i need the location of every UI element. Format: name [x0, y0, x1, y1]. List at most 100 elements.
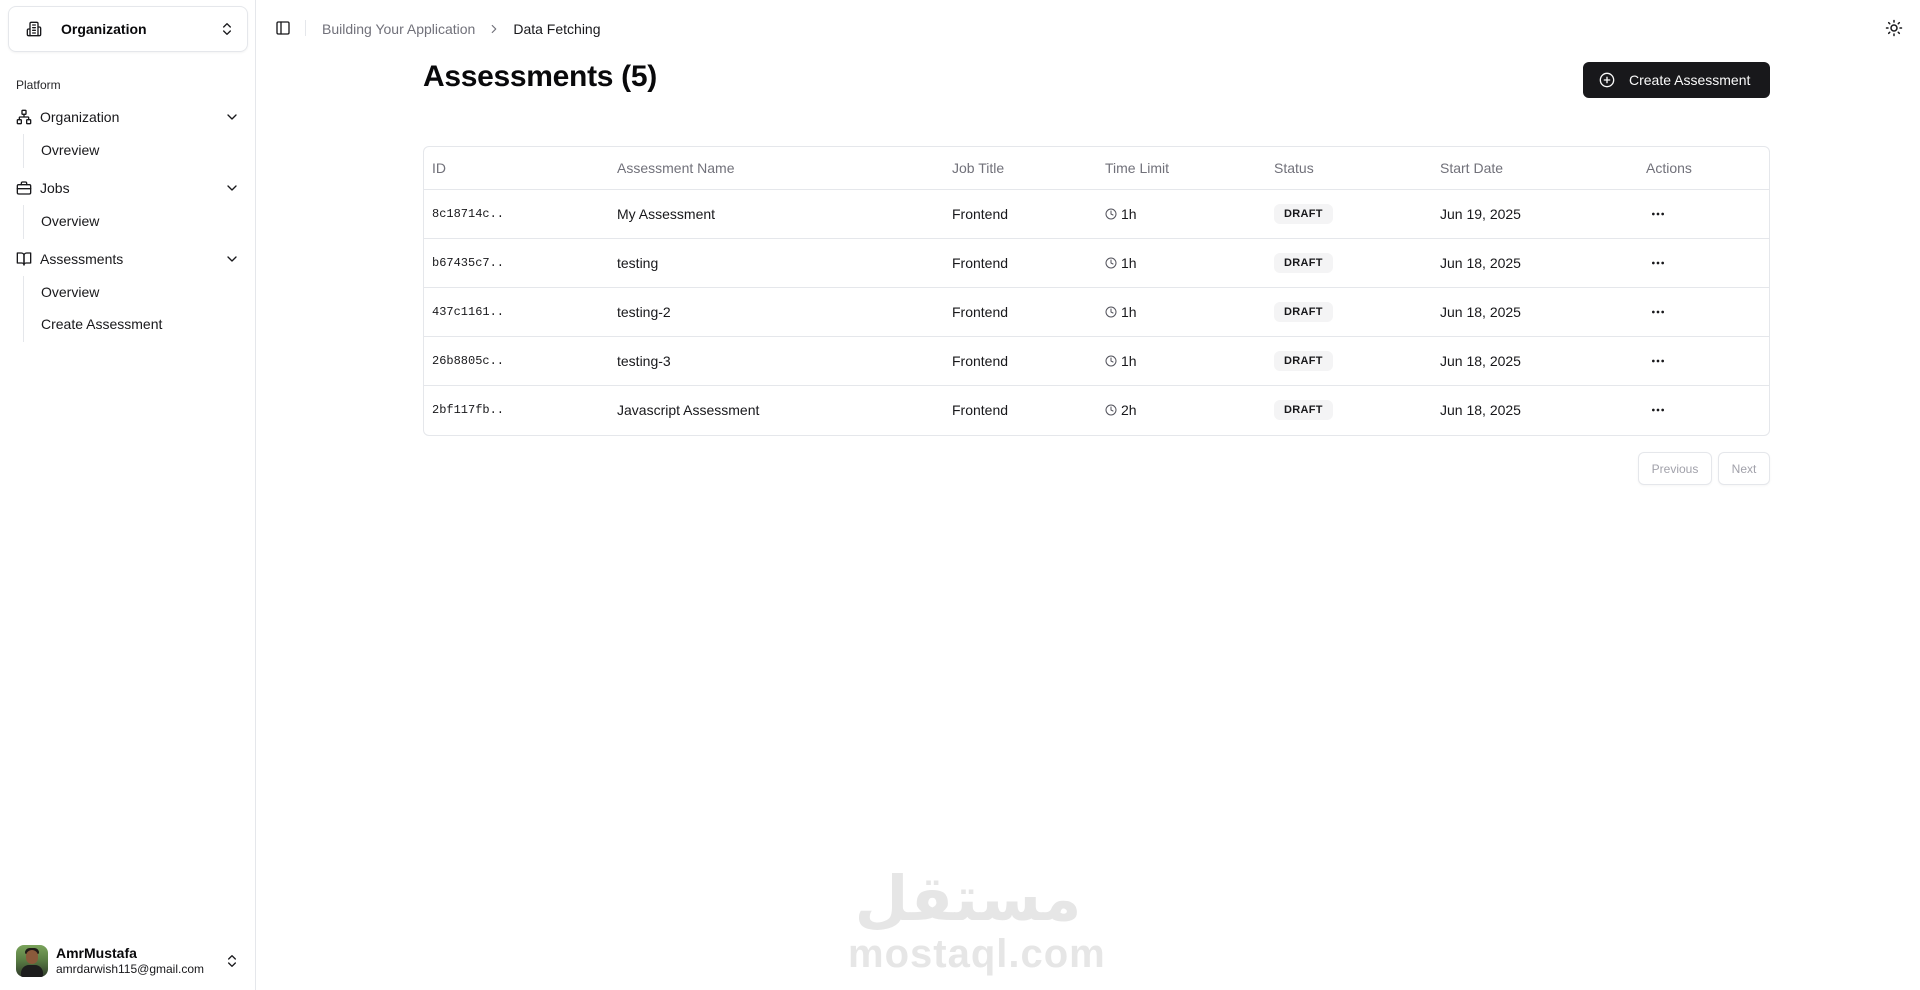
status-badge: DRAFT — [1274, 252, 1333, 273]
more-horizontal-icon[interactable] — [1648, 255, 1668, 271]
column-header-start-date: Start Date — [1432, 147, 1638, 190]
clock-icon — [1105, 208, 1117, 220]
chevrons-up-down-icon — [219, 21, 235, 37]
create-assessment-button[interactable]: Create Assessment — [1583, 62, 1770, 98]
table-row: 8c18714c.. My Assessment Frontend 1h DRA… — [424, 189, 1769, 239]
previous-page-button[interactable]: Previous — [1638, 452, 1712, 485]
cell-actions — [1638, 238, 1769, 288]
chevron-right-icon — [487, 22, 501, 36]
sidebar-item-label: Assessments — [40, 251, 124, 267]
more-horizontal-icon[interactable] — [1648, 353, 1668, 369]
next-page-button[interactable]: Next — [1718, 452, 1770, 485]
header-divider — [305, 20, 306, 36]
column-header-time-limit: Time Limit — [1097, 147, 1266, 190]
chevron-down-icon — [224, 109, 240, 125]
cell-start-date: Jun 19, 2025 — [1432, 189, 1638, 239]
sidebar-subitem-organization-overview[interactable]: Ovreview — [24, 134, 248, 166]
cell-name: Javascript Assessment — [617, 401, 760, 418]
more-horizontal-icon[interactable] — [1648, 304, 1668, 320]
column-header-status: Status — [1266, 147, 1432, 190]
page-title: Assessments (5) — [423, 60, 657, 93]
building-icon — [25, 20, 43, 38]
sidebar-item-label: Jobs — [40, 180, 70, 196]
user-email: amrdarwish115@gmail.com — [56, 962, 205, 977]
cell-actions — [1638, 189, 1769, 239]
assessments-table: ID Assessment Name Job Title Time Limit … — [423, 146, 1770, 436]
cell-actions — [1638, 336, 1769, 386]
chevron-down-icon — [224, 180, 240, 196]
status-badge: DRAFT — [1274, 203, 1333, 224]
avatar — [16, 945, 48, 977]
more-horizontal-icon[interactable] — [1648, 402, 1668, 418]
status-badge: DRAFT — [1274, 350, 1333, 371]
chevron-down-icon — [224, 251, 240, 267]
cell-job-title: Frontend — [944, 238, 1097, 288]
time-limit-value: 2h — [1121, 401, 1137, 418]
sidebar-group-label: Platform — [16, 78, 61, 92]
network-icon — [16, 109, 32, 125]
cell-actions — [1638, 287, 1769, 337]
sidebar-submenu-jobs: Overview — [23, 205, 248, 239]
cell-start-date: Jun 18, 2025 — [1432, 287, 1638, 337]
cell-id: b67435c7.. — [424, 238, 609, 288]
book-open-icon — [16, 251, 32, 267]
table-row: 2bf117fb.. Javascript Assessment Fronten… — [424, 385, 1769, 434]
time-limit-value: 1h — [1121, 303, 1137, 320]
cell-name: testing-3 — [609, 336, 944, 386]
watermark: مستقل mostaql.com — [848, 868, 1106, 976]
cell-start-date: Jun 18, 2025 — [1440, 401, 1521, 418]
sidebar-subitem-assessments-overview[interactable]: Overview — [24, 276, 248, 308]
clock-icon — [1105, 404, 1117, 416]
user-menu[interactable]: AmrMustafa amrdarwish115@gmail.com — [8, 938, 248, 984]
table-row: 26b8805c.. testing-3 Frontend 1h DRAFT J… — [424, 336, 1769, 386]
time-limit-value: 1h — [1121, 205, 1137, 222]
org-switcher-label: Organization — [61, 21, 147, 37]
cell-time-limit: 1h — [1097, 189, 1266, 239]
sidebar-item-assessments[interactable]: Assessments — [8, 242, 248, 276]
briefcase-icon — [16, 180, 32, 196]
cell-time-limit: 1h — [1097, 336, 1266, 386]
cell-name: testing — [609, 238, 944, 288]
user-info: AmrMustafa amrdarwish115@gmail.com — [56, 945, 224, 976]
clock-icon — [1105, 257, 1117, 269]
watermark-latin: mostaql.com — [848, 932, 1106, 976]
table-header-row: ID Assessment Name Job Title Time Limit … — [424, 147, 1769, 190]
org-switcher[interactable]: Organization — [8, 6, 248, 52]
sidebar-submenu-organization: Ovreview — [23, 134, 248, 168]
cell-status: DRAFT — [1266, 287, 1432, 337]
sidebar-toggle-icon[interactable] — [275, 20, 291, 36]
sidebar: Organization Platform Organization Ovrev… — [0, 0, 256, 990]
top-header: Building Your Application Data Fetching — [257, 0, 1920, 58]
status-badge: DRAFT — [1274, 399, 1333, 420]
cell-job-title: Frontend — [944, 189, 1097, 239]
table-row: b67435c7.. testing Frontend 1h DRAFT Jun… — [424, 238, 1769, 288]
column-header-name: Assessment Name — [609, 147, 944, 190]
cell-actions — [1638, 385, 1769, 434]
sidebar-item-organization[interactable]: Organization — [8, 100, 248, 134]
cell-id: 26b8805c.. — [424, 336, 609, 386]
cell-status: DRAFT — [1266, 238, 1432, 288]
cell-time-limit: 1h — [1097, 287, 1266, 337]
cell-name: testing-2 — [609, 287, 944, 337]
sidebar-item-jobs[interactable]: Jobs — [8, 171, 248, 205]
cell-start-date: Jun 18, 2025 — [1432, 238, 1638, 288]
cell-job-title: Frontend — [944, 287, 1097, 337]
breadcrumb: Building Your Application Data Fetching — [322, 21, 601, 37]
chevrons-up-down-icon — [224, 953, 240, 969]
clock-icon — [1105, 306, 1117, 318]
user-name: AmrMustafa — [56, 945, 137, 962]
more-horizontal-icon[interactable] — [1648, 206, 1668, 222]
sidebar-subitem-jobs-overview[interactable]: Overview — [24, 205, 248, 237]
cell-status: DRAFT — [1266, 385, 1432, 434]
plus-circle-icon — [1599, 72, 1615, 88]
breadcrumb-parent-link[interactable]: Building Your Application — [322, 21, 475, 37]
sidebar-nav: Organization Ovreview Jobs Overview Asse… — [8, 100, 248, 342]
cell-job-title: Frontend — [952, 401, 1009, 418]
table-row: 437c1161.. testing-2 Frontend 1h DRAFT J… — [424, 287, 1769, 337]
sidebar-subitem-create-assessment[interactable]: Create Assessment — [24, 308, 248, 340]
cell-id: 437c1161.. — [424, 287, 609, 337]
column-header-job-title: Job Title — [944, 147, 1097, 190]
sidebar-submenu-assessments: Overview Create Assessment — [23, 276, 248, 342]
sun-icon[interactable] — [1885, 19, 1903, 37]
column-header-id: ID — [424, 147, 609, 190]
